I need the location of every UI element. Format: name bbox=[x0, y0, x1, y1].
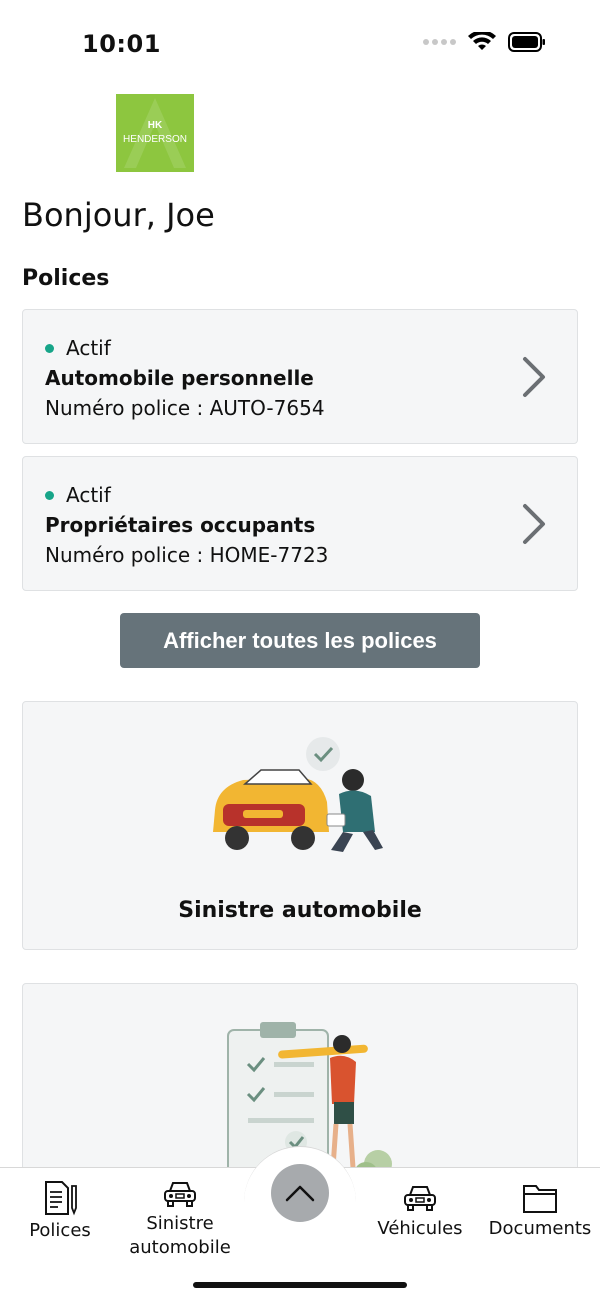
tab-polices[interactable]: Polices bbox=[20, 1180, 100, 1241]
status-time: 10:01 bbox=[82, 30, 161, 58]
wifi-icon bbox=[468, 32, 496, 50]
status-icons bbox=[423, 32, 546, 52]
battery-icon bbox=[508, 32, 545, 52]
tab-vehicules[interactable]: Véhicules bbox=[370, 1180, 470, 1239]
tab-sinistre-automobile[interactable]: Sinistre automobile bbox=[120, 1180, 240, 1260]
tab-label: Sinistre automobile bbox=[129, 1213, 231, 1258]
policy-status-label: Actif bbox=[66, 483, 111, 507]
policy-number: Numéro police : HOME-7723 bbox=[45, 543, 329, 567]
policy-title: Propriétaires occupants bbox=[45, 513, 316, 537]
car-claim-label: Sinistre automobile bbox=[178, 898, 422, 923]
signal-icon bbox=[423, 39, 456, 45]
policy-status: Actif bbox=[45, 483, 111, 507]
status-dot-icon bbox=[45, 343, 54, 353]
chevron-up-icon bbox=[285, 1185, 315, 1202]
tab-documents[interactable]: Documents bbox=[482, 1180, 598, 1239]
car-claim-illustration bbox=[213, 737, 383, 852]
henderson-logo: HK HENDERSON bbox=[116, 94, 194, 172]
car-icon bbox=[164, 1182, 196, 1207]
logo-name: HENDERSON bbox=[123, 134, 187, 145]
policy-title: Automobile personnelle bbox=[45, 366, 314, 390]
logo-mark: HK bbox=[147, 120, 163, 131]
status-bar: 10:01 bbox=[0, 0, 600, 90]
document-pencil-icon bbox=[45, 1181, 77, 1216]
policy-status-label: Actif bbox=[66, 336, 111, 360]
tab-label: Polices bbox=[29, 1220, 91, 1241]
policies-section-title: Polices bbox=[22, 266, 110, 291]
greeting: Bonjour, Joe bbox=[22, 196, 215, 234]
policy-status: Actif bbox=[45, 336, 111, 360]
show-all-policies-button[interactable]: Afficher toutes les polices bbox=[120, 613, 480, 668]
tab-label: Documents bbox=[488, 1218, 592, 1239]
tab-label: Véhicules bbox=[377, 1218, 463, 1239]
home-indicator bbox=[193, 1282, 407, 1288]
expand-button[interactable] bbox=[271, 1164, 329, 1222]
policy-card-auto[interactable]: Actif Automobile personnelle Numéro poli… bbox=[22, 309, 578, 444]
car-icon bbox=[404, 1186, 436, 1211]
bottom-tab-bar: Polices Sinistre automobile Véhicules Do… bbox=[0, 1146, 600, 1300]
policy-number: Numéro police : AUTO-7654 bbox=[45, 396, 325, 420]
folder-icon bbox=[523, 1185, 557, 1213]
car-claim-tile[interactable]: Sinistre automobile bbox=[22, 701, 578, 950]
chevron-right-icon bbox=[523, 504, 545, 544]
chevron-right-icon bbox=[523, 357, 545, 397]
status-dot-icon bbox=[45, 490, 54, 500]
policy-card-home[interactable]: Actif Propriétaires occupants Numéro pol… bbox=[22, 456, 578, 591]
